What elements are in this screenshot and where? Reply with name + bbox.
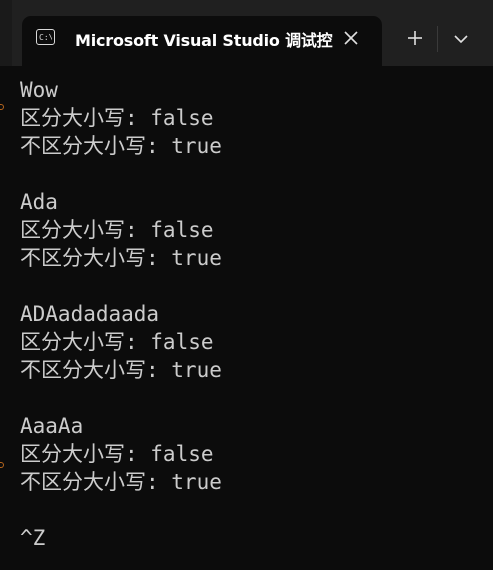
plus-icon	[408, 31, 422, 45]
toolbar-divider	[437, 26, 438, 52]
output-block: Ada 区分大小写: false 不区分大小写: true	[20, 188, 485, 300]
scroll-mark	[0, 104, 4, 110]
chevron-down-icon	[454, 35, 468, 44]
scroll-mark	[0, 462, 4, 468]
word-line: AaaAa	[20, 414, 84, 438]
case-insensitive-line: 不区分大小写: true	[20, 470, 222, 494]
case-insensitive-line: 不区分大小写: true	[20, 134, 222, 158]
case-insensitive-line: 不区分大小写: true	[20, 358, 222, 382]
case-sensitive-line: 区分大小写: false	[20, 442, 214, 466]
terminal-output[interactable]: Wow 区分大小写: false 不区分大小写: true Ada 区分大小写:…	[20, 76, 485, 552]
title-bar-edge	[0, 0, 12, 66]
eof-marker: ^Z	[20, 526, 46, 550]
new-tab-button[interactable]	[400, 24, 430, 54]
close-icon[interactable]	[340, 27, 362, 49]
output-block: Wow 区分大小写: false 不区分大小写: true	[20, 76, 485, 188]
word-line: Ada	[20, 190, 58, 214]
svg-text:C:\: C:\	[39, 33, 52, 42]
case-sensitive-line: 区分大小写: false	[20, 106, 214, 130]
tab-debug-console[interactable]: C:\ Microsoft Visual Studio 调试控	[22, 16, 382, 66]
case-insensitive-line: 不区分大小写: true	[20, 246, 222, 270]
case-sensitive-line: 区分大小写: false	[20, 218, 214, 242]
title-bar: C:\ Microsoft Visual Studio 调试控	[0, 0, 493, 66]
tab-title: Microsoft Visual Studio 调试控	[75, 31, 333, 50]
word-line: ADAadadaada	[20, 302, 160, 326]
dropdown-button[interactable]	[446, 24, 476, 54]
terminal-window: C:\ Microsoft Visual Studio 调试控	[0, 0, 493, 570]
output-block: AaaAa 区分大小写: false 不区分大小写: true	[20, 412, 485, 524]
terminal-icon: C:\	[36, 29, 55, 45]
word-line: Wow	[20, 78, 58, 102]
case-sensitive-line: 区分大小写: false	[20, 330, 214, 354]
output-block: ADAadadaada 区分大小写: false 不区分大小写: true	[20, 300, 485, 412]
